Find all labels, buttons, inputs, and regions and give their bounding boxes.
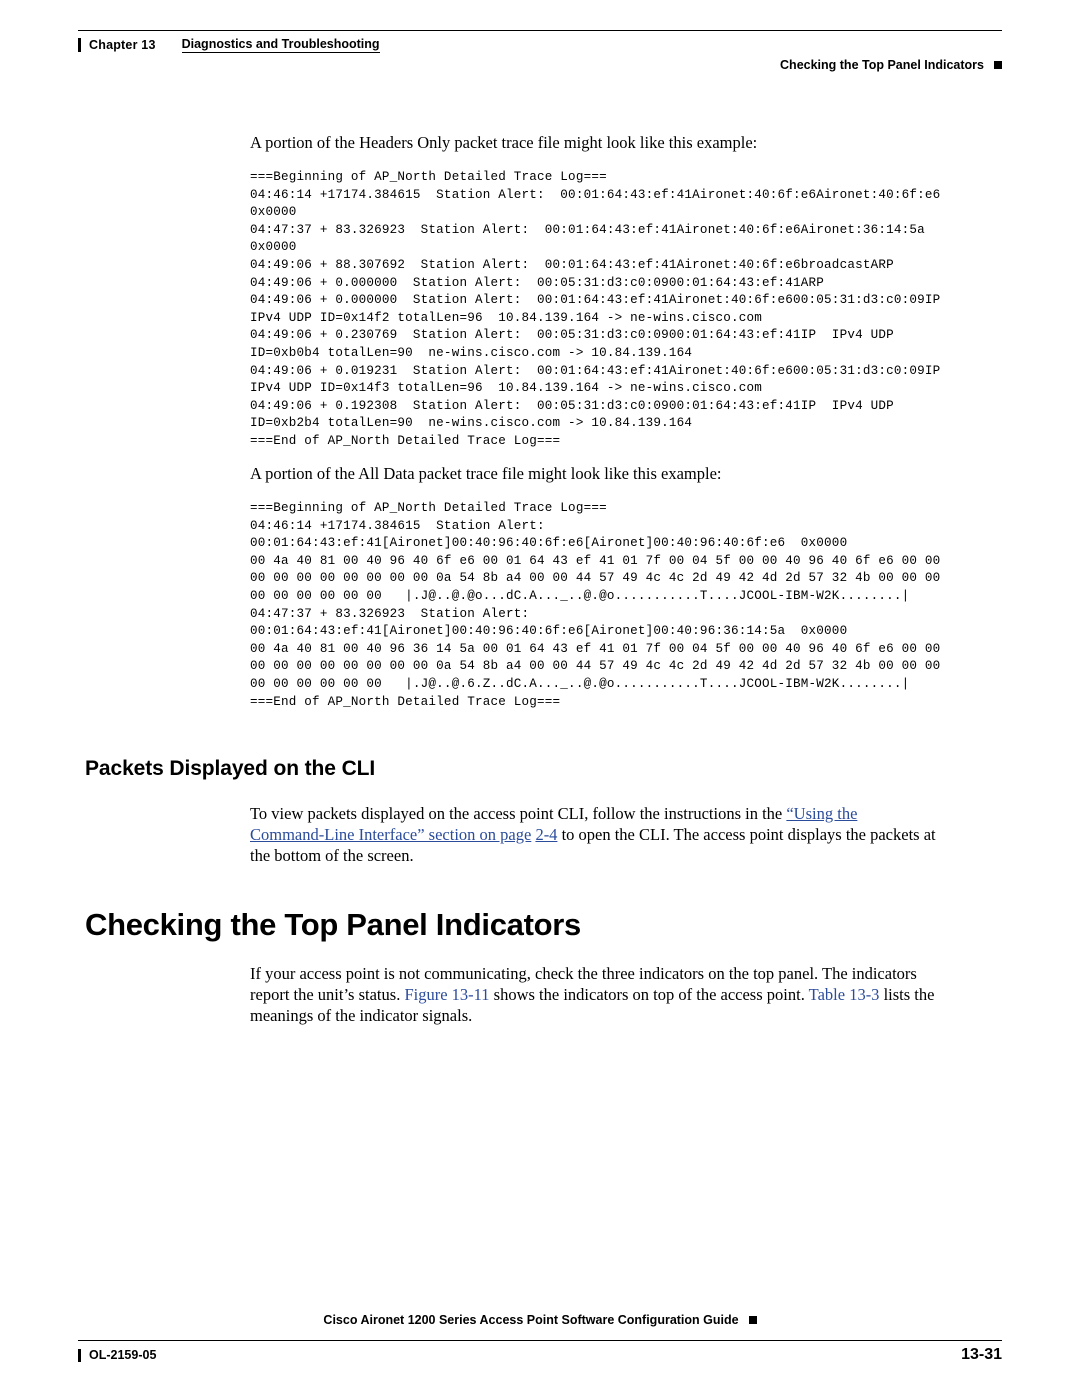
checking-text-2a: report the unit’s status. <box>250 985 405 1004</box>
intro-headers-only-text: A portion of the Headers Only packet tra… <box>250 133 758 152</box>
checking-paragraph-block: If your access point is not communicatin… <box>250 963 1002 1026</box>
link-figure-13-11[interactable]: Figure 13-11 <box>404 985 489 1004</box>
header-chapter-info: Chapter 13 Diagnostics and Troubleshooti… <box>78 37 380 53</box>
header-tick-mark <box>78 38 81 52</box>
checking-text-2b: shows the indicators on top of the acces… <box>489 985 809 1004</box>
intro-all-data-text: A portion of the All Data packet trace f… <box>250 464 722 483</box>
cli-paragraph-line3: the bottom of the screen. <box>250 846 414 865</box>
link-command-line-interface[interactable]: Command-Line Interface” section on page <box>250 825 531 844</box>
running-head: Checking the Top Panel Indicators <box>780 58 1002 72</box>
footer-guide-title: Cisco Aironet 1200 Series Access Point S… <box>323 1313 739 1327</box>
checking-text-2c: lists the <box>879 985 935 1004</box>
checking-paragraph-line2: report the unit’s status. Figure 13-11 s… <box>250 984 1002 1005</box>
section-heading-block: Packets Displayed on the CLI <box>85 757 1002 781</box>
document-page: Chapter 13 Diagnostics and Troubleshooti… <box>0 0 1080 1397</box>
code-all-data-block: ===Beginning of AP_North Detailed Trace … <box>250 500 1002 711</box>
header-divider <box>78 30 1002 31</box>
cli-text-2: to open the CLI. The access point displa… <box>557 825 936 844</box>
chapter-label: Chapter 13 <box>89 38 156 52</box>
code-headers-only: ===Beginning of AP_North Detailed Trace … <box>250 170 941 448</box>
heading-checking-top-panel-indicators: Checking the Top Panel Indicators <box>85 907 581 942</box>
code-all-data: ===Beginning of AP_North Detailed Trace … <box>250 501 941 709</box>
page-header: Chapter 13 Diagnostics and Troubleshooti… <box>78 30 1002 82</box>
footer-doc-number-block: OL-2159-05 <box>78 1348 156 1362</box>
chapter-title: Diagnostics and Troubleshooting <box>181 37 380 53</box>
cli-paragraph-line1: To view packets displayed on the access … <box>250 803 1002 824</box>
checking-paragraph-line3: meanings of the indicator signals. <box>250 1006 473 1025</box>
chapter-section-heading-block: Checking the Top Panel Indicators <box>85 907 1002 943</box>
cli-text-1: To view packets displayed on the access … <box>250 804 787 823</box>
cli-paragraph-line2: Command-Line Interface” section on page … <box>250 824 1002 845</box>
header-square-marker <box>994 61 1002 69</box>
footer-square-marker <box>748 1316 757 1324</box>
footer-divider <box>78 1340 1002 1341</box>
footer-page-number: 13-31 <box>961 1346 1002 1363</box>
link-page-2-4[interactable]: 2-4 <box>535 825 557 844</box>
footer-tick-mark <box>78 1348 81 1362</box>
intro-headers-only-block: A portion of the Headers Only packet tra… <box>250 132 1002 153</box>
running-head-text: Checking the Top Panel Indicators <box>780 58 984 72</box>
page-footer: Cisco Aironet 1200 Series Access Point S… <box>78 1310 1002 1370</box>
footer-guide-title-row: Cisco Aironet 1200 Series Access Point S… <box>78 1313 1002 1327</box>
heading-packets-displayed-cli: Packets Displayed on the CLI <box>85 757 376 780</box>
code-headers-only-block: ===Beginning of AP_North Detailed Trace … <box>250 169 1002 451</box>
checking-paragraph-line1: If your access point is not communicatin… <box>250 964 917 983</box>
link-table-13-3[interactable]: Table 13-3 <box>809 985 880 1004</box>
intro-all-data-block: A portion of the All Data packet trace f… <box>250 463 1002 484</box>
cli-paragraph-block: To view packets displayed on the access … <box>250 803 1002 866</box>
link-using-the[interactable]: “Using the <box>786 804 857 823</box>
footer-doc-number: OL-2159-05 <box>89 1348 157 1362</box>
